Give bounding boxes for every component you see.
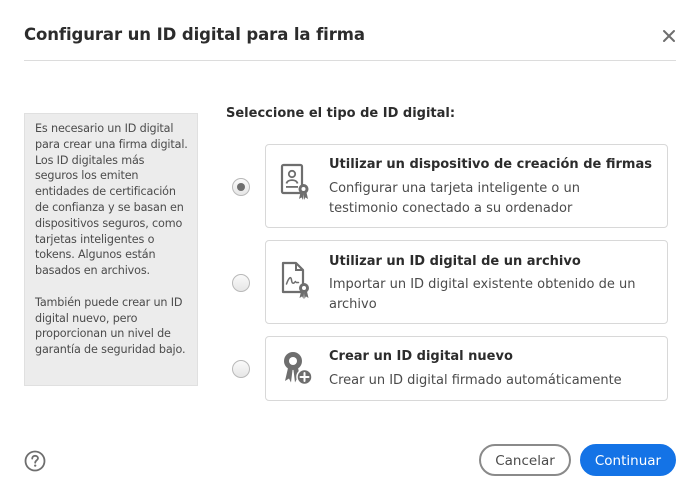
option-card-signature-device[interactable]: Utilizar un dispositivo de creación de f…	[265, 144, 668, 228]
header-divider	[24, 60, 676, 61]
help-icon	[24, 450, 46, 472]
info-panel: Es necesario un ID digital para crear un…	[24, 113, 198, 386]
selection-label: Seleccione el tipo de ID digital:	[226, 106, 456, 121]
info-paragraph: Es necesario un ID digital para crear un…	[35, 122, 188, 278]
signature-device-icon	[280, 163, 312, 205]
dialog-title: Configurar un ID digital para la firma	[24, 25, 365, 44]
close-button[interactable]	[657, 24, 681, 48]
info-paragraph: También puede crear un ID digital nuevo,…	[35, 295, 186, 357]
radio-signature-device[interactable]	[232, 178, 250, 196]
option-title: Utilizar un dispositivo de creación de f…	[329, 157, 652, 172]
digital-id-dialog: Configurar un ID digital para la firma E…	[0, 0, 700, 500]
help-button[interactable]	[24, 450, 46, 472]
continue-button[interactable]: Continuar	[580, 444, 676, 476]
radio-digital-id-file[interactable]	[232, 274, 250, 292]
close-icon	[663, 30, 675, 42]
option-card-new-digital-id[interactable]: Crear un ID digital nuevo Crear un ID di…	[265, 336, 668, 401]
option-title: Crear un ID digital nuevo	[329, 349, 513, 364]
option-description: Crear un ID digital firmado automáticame…	[329, 373, 622, 388]
radio-new-digital-id[interactable]	[232, 360, 250, 378]
option-description: Importar un ID digital existente obtenid…	[329, 277, 636, 312]
option-title: Utilizar un ID digital de un archivo	[329, 254, 581, 269]
cancel-button[interactable]: Cancelar	[479, 444, 571, 476]
new-digital-id-icon	[280, 349, 316, 391]
option-description: Configurar una tarjeta inteligente o un …	[329, 181, 580, 216]
option-card-digital-id-file[interactable]: Utilizar un ID digital de un archivo Imp…	[265, 240, 668, 324]
digital-id-file-icon	[280, 261, 312, 303]
